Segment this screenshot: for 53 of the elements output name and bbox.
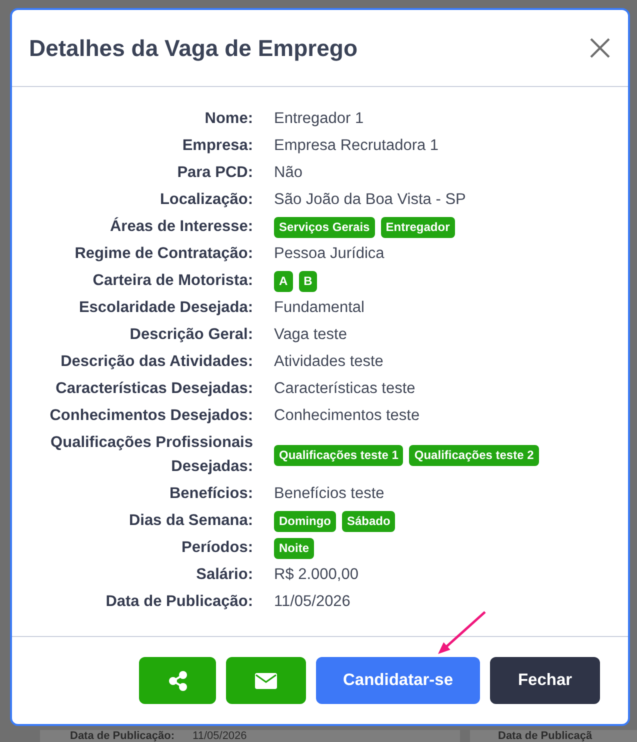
- field-value: Características teste: [274, 379, 416, 399]
- tag: Qualificações teste 2: [409, 444, 539, 466]
- envelope-icon: [255, 672, 277, 688]
- tag: Noite: [274, 538, 314, 558]
- field-label: Qualificações Profissionais Desejadas:: [50, 433, 253, 477]
- field-value: Não: [274, 163, 302, 183]
- field-label: Períodos:: [180, 538, 253, 558]
- field-value: 11/05/2026: [274, 592, 350, 612]
- field-value: R$ 2.000,00: [274, 565, 358, 585]
- field-value: Benefícios teste: [274, 484, 384, 504]
- tag: Domingo: [274, 510, 336, 532]
- field-value: São João da Boa Vista - SP: [274, 190, 466, 210]
- background-label: Data de Publicaçã: [498, 730, 592, 742]
- tag: Entregador: [380, 216, 455, 238]
- field-label: Data de Publicação:: [104, 592, 253, 612]
- field-label: Descrição Geral:: [128, 325, 253, 345]
- field-label: Empresa:: [181, 136, 253, 156]
- field-label: Descrição das Atividades:: [60, 352, 253, 372]
- tag: B: [298, 270, 318, 292]
- field-value: Conhecimentos teste: [274, 406, 420, 426]
- apply-button[interactable]: Candidatar-se: [316, 657, 480, 704]
- field-label: Benefícios:: [168, 484, 253, 504]
- field-label: Conhecimentos Desejados:: [48, 406, 253, 426]
- field-label: Nome:: [204, 109, 253, 129]
- tag: Sábado: [342, 510, 396, 532]
- field-label: Carteira de Motorista:: [92, 271, 253, 291]
- email-button[interactable]: [226, 657, 306, 704]
- share-button[interactable]: [139, 657, 216, 704]
- field-label: Regime de Contratação:: [74, 244, 253, 264]
- field-value: Vaga teste: [274, 325, 347, 345]
- field-label: Dias da Semana:: [128, 511, 253, 531]
- field-value: Entregador 1: [274, 109, 364, 129]
- field-label: Características Desejadas:: [54, 379, 253, 399]
- field-label: Localização:: [158, 190, 253, 210]
- field-label: Escolaridade Desejada:: [78, 298, 253, 318]
- field-value: Pessoa Jurídica: [274, 244, 384, 264]
- tag: Qualificações teste 1: [274, 444, 404, 466]
- field-label: Para PCD:: [176, 163, 253, 183]
- close-icon: [590, 38, 610, 58]
- background-value: 11/05/2026: [192, 730, 247, 742]
- tag: Serviços Gerais: [274, 216, 375, 238]
- field-value: Atividades teste: [274, 352, 384, 372]
- tag: A: [274, 270, 293, 292]
- close-button[interactable]: [590, 38, 610, 58]
- background-label: Data de Publicação:: [70, 730, 175, 742]
- field-value: Fundamental: [274, 298, 364, 318]
- arrow-icon: [436, 610, 487, 656]
- field-label: Áreas de Interesse:: [108, 216, 253, 237]
- field-label: Salário:: [195, 565, 253, 585]
- modal-title: Detalhes da Vaga de Emprego: [29, 34, 358, 62]
- share-icon: [168, 670, 186, 690]
- field-value: Empresa Recrutadora 1: [274, 136, 439, 156]
- close-dialog-button[interactable]: Fechar: [490, 657, 600, 704]
